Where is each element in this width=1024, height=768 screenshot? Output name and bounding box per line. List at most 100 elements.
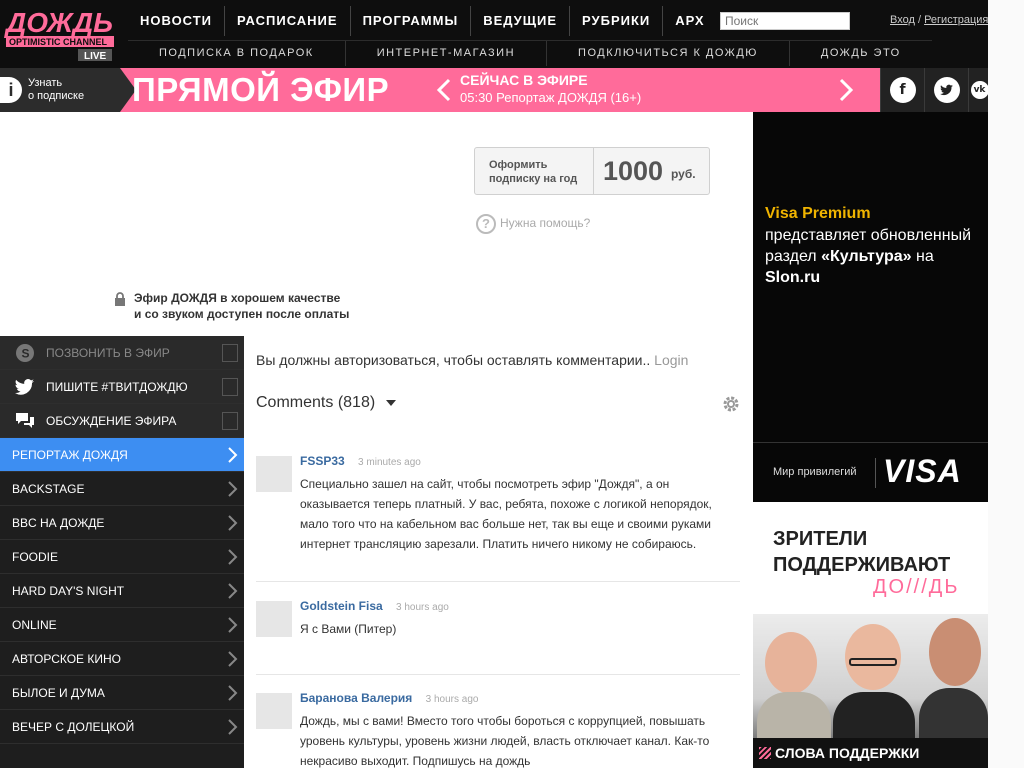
vk-icon: vk <box>970 81 989 99</box>
glasses-icon <box>849 658 897 666</box>
nav-item-programs[interactable]: ПРОГРАММЫ <box>351 6 472 36</box>
subscribe-divider <box>593 148 594 194</box>
sidebar-item-program[interactable]: ONLINE <box>0 608 244 642</box>
now-on-air-show[interactable]: 05:30 Репортаж ДОЖДЯ (16+) <box>460 90 641 105</box>
sidebar-item-label: FOODIE <box>12 550 59 564</box>
subscribe-year-button[interactable]: Оформить подписку на год 1000 руб. <box>474 147 710 195</box>
chevron-right-icon <box>228 651 238 667</box>
sidebar-item-program[interactable]: BACKSTAGE <box>0 472 244 506</box>
support-ad[interactable]: ЗРИТЕЛИ ПОДДЕРЖИВАЮТ ДО///ДЬ СЛОВА ПОДДЕ… <box>753 502 988 768</box>
page-margin <box>988 0 1024 768</box>
quality-line1: Эфир ДОЖДЯ в хорошем качестве <box>134 291 341 305</box>
comment-author[interactable]: Баранова Валерия 3 hours ago <box>300 691 478 705</box>
nav2-item-shop[interactable]: ИНТЕРНЕТ-МАГАЗИН <box>346 41 548 66</box>
chevron-right-icon <box>228 719 238 735</box>
subscribe-label: Оформить подписку на год <box>489 158 577 186</box>
nav2-item-connect[interactable]: ПОДКЛЮЧИТЬСЯ К ДОЖДЮ <box>547 41 790 66</box>
comment-time: 3 minutes ago <box>358 457 421 468</box>
register-link[interactable]: Регистрация <box>924 14 988 26</box>
comment-body: Я с Вами (Питер) <box>300 622 397 636</box>
sidebar-item-program[interactable]: BBC НА ДОЖДЕ <box>0 506 244 540</box>
nav-item-news[interactable]: НОВОСТИ <box>128 6 226 36</box>
vk-button[interactable]: vk <box>968 68 990 112</box>
support-words-label: СЛОВА ПОДДЕРЖКИ <box>775 745 920 761</box>
visa-ad[interactable]: Visa Premium представляет обновленный ра… <box>753 112 988 502</box>
comments-count-value: (818) <box>337 394 376 411</box>
visa-ad-text-bold: Slon.ru <box>765 269 821 286</box>
sidebar-item-program[interactable]: HARD DAY'S NIGHT <box>0 574 244 608</box>
supporter-face <box>929 618 981 686</box>
comment-time: 3 hours ago <box>396 602 449 613</box>
auth-links: Вход / Регистрация <box>890 14 988 26</box>
comment-body: Дождь, мы с вами! Вместо того чтобы боро… <box>300 714 710 768</box>
subscription-info-line2: о подписке <box>28 90 85 102</box>
quality-notice: Эфир ДОЖДЯ в хорошем качестве и со звуко… <box>114 290 349 322</box>
sidebar-item-label: ПИШИТЕ #ТВИТДОЖДЮ <box>46 380 188 394</box>
logo-tagline: OPTIMISTIC CHANNEL <box>9 37 108 47</box>
login-link[interactable]: Вход <box>890 14 915 26</box>
gear-icon[interactable] <box>722 395 740 413</box>
sidebar-item-program[interactable]: РЕПОРТАЖ ДОЖДЯ <box>0 438 244 472</box>
help-link[interactable]: ? Нужна помощь? <box>476 214 590 234</box>
twitter-icon <box>15 379 34 395</box>
sidebar-item-program[interactable]: БЫЛОЕ И ДУМА <box>0 676 244 710</box>
svg-text:S: S <box>22 347 30 361</box>
support-ad-heading: ЗРИТЕЛИ ПОДДЕРЖИВАЮТ <box>773 526 950 578</box>
sidebar-item-label: ОБСУЖДЕНИЕ ЭФИРА <box>46 414 177 428</box>
nav2-item-about[interactable]: ДОЖДЬ ЭТО <box>790 41 932 66</box>
chevron-left-icon[interactable] <box>436 78 452 102</box>
logo[interactable]: ДОЖДЬ OPTIMISTIC CHANNEL LIVE <box>4 6 116 62</box>
comments-count-dropdown[interactable]: Comments (818) <box>256 394 396 412</box>
nav-item-archive[interactable]: АРХ <box>663 6 716 36</box>
comments-login-link[interactable]: Login <box>654 352 688 368</box>
visa-logo: VISA <box>883 453 962 489</box>
auth-separator: / <box>917 14 922 26</box>
sidebar-item-label: ONLINE <box>12 618 57 632</box>
sidebar-item-program[interactable]: АВТОРСКОЕ КИНО <box>0 642 244 676</box>
facebook-button[interactable]: f <box>880 68 924 112</box>
comment-author[interactable]: FSSP33 3 minutes ago <box>300 454 421 468</box>
support-ad-brand: ДО///ДЬ <box>873 576 960 598</box>
external-link-icon <box>222 378 238 396</box>
search-input[interactable] <box>720 12 850 30</box>
visa-ad-text-part: на <box>911 248 934 265</box>
ad-column: Visa Premium представляет обновленный ра… <box>753 112 988 768</box>
comment-author-name: Goldstein Fisa <box>300 599 383 613</box>
nav-item-schedule[interactable]: РАСПИСАНИЕ <box>225 6 351 36</box>
nav-item-hosts[interactable]: ВЕДУЩИЕ <box>471 6 571 36</box>
nav2-item-gift[interactable]: ПОДПИСКА В ПОДАРОК <box>128 41 346 66</box>
avatar[interactable] <box>256 693 292 729</box>
twitter-button[interactable] <box>924 68 968 112</box>
quality-line2: и со звуком доступен после оплаты <box>134 307 350 321</box>
sidebar-item-tweet[interactable]: ПИШИТЕ #ТВИТДОЖДЮ <box>0 370 244 404</box>
avatar[interactable] <box>256 456 292 492</box>
chevron-right-icon <box>228 685 238 701</box>
supporter-face <box>765 632 817 694</box>
visa-ad-heading: Visa Premium <box>765 205 871 222</box>
now-on-air-label: СЕЙЧАС В ЭФИРЕ <box>460 72 588 88</box>
facebook-icon: f <box>889 77 916 103</box>
comment-author[interactable]: Goldstein Fisa 3 hours ago <box>300 599 449 613</box>
sidebar-item-label: РЕПОРТАЖ ДОЖДЯ <box>12 448 128 462</box>
subscribe-price: 1000 <box>603 156 664 186</box>
subscription-info-line1: Узнать <box>28 77 63 89</box>
top-bar: ДОЖДЬ OPTIMISTIC CHANNEL LIVE НОВОСТИ РА… <box>0 0 990 68</box>
support-words-link[interactable]: СЛОВА ПОДДЕРЖКИ <box>753 738 988 768</box>
sidebar-item-discussion[interactable]: ОБСУЖДЕНИЕ ЭФИРА <box>0 404 244 438</box>
chevron-right-icon <box>228 515 238 531</box>
subscription-info-button[interactable]: i Узнать о подписке <box>0 68 120 112</box>
avatar[interactable] <box>256 601 292 637</box>
chevron-right-icon[interactable] <box>838 78 854 102</box>
logo-main: ДОЖДЬ <box>4 7 113 38</box>
visa-ad-text: представляет обновленный раздел «Культур… <box>765 225 980 288</box>
twitter-icon <box>933 77 960 103</box>
comment-time: 3 hours ago <box>425 694 479 705</box>
subscribe-currency: руб. <box>671 167 696 181</box>
sidebar-item-call-in[interactable]: S ПОЗВОНИТЬ В ЭФИР <box>0 336 244 370</box>
sidebar-item-program[interactable]: ВЕЧЕР С ДОЛЕЦКОЙ <box>0 710 244 744</box>
secondary-nav: ПОДПИСКА В ПОДАРОК ИНТЕРНЕТ-МАГАЗИН ПОДК… <box>128 40 932 66</box>
nav-item-rubrics[interactable]: РУБРИКИ <box>570 6 664 36</box>
player-area: Оформить подписку на год 1000 руб. ? Нужн… <box>0 112 753 336</box>
lock-icon <box>115 292 125 306</box>
sidebar-item-program[interactable]: FOODIE <box>0 540 244 574</box>
